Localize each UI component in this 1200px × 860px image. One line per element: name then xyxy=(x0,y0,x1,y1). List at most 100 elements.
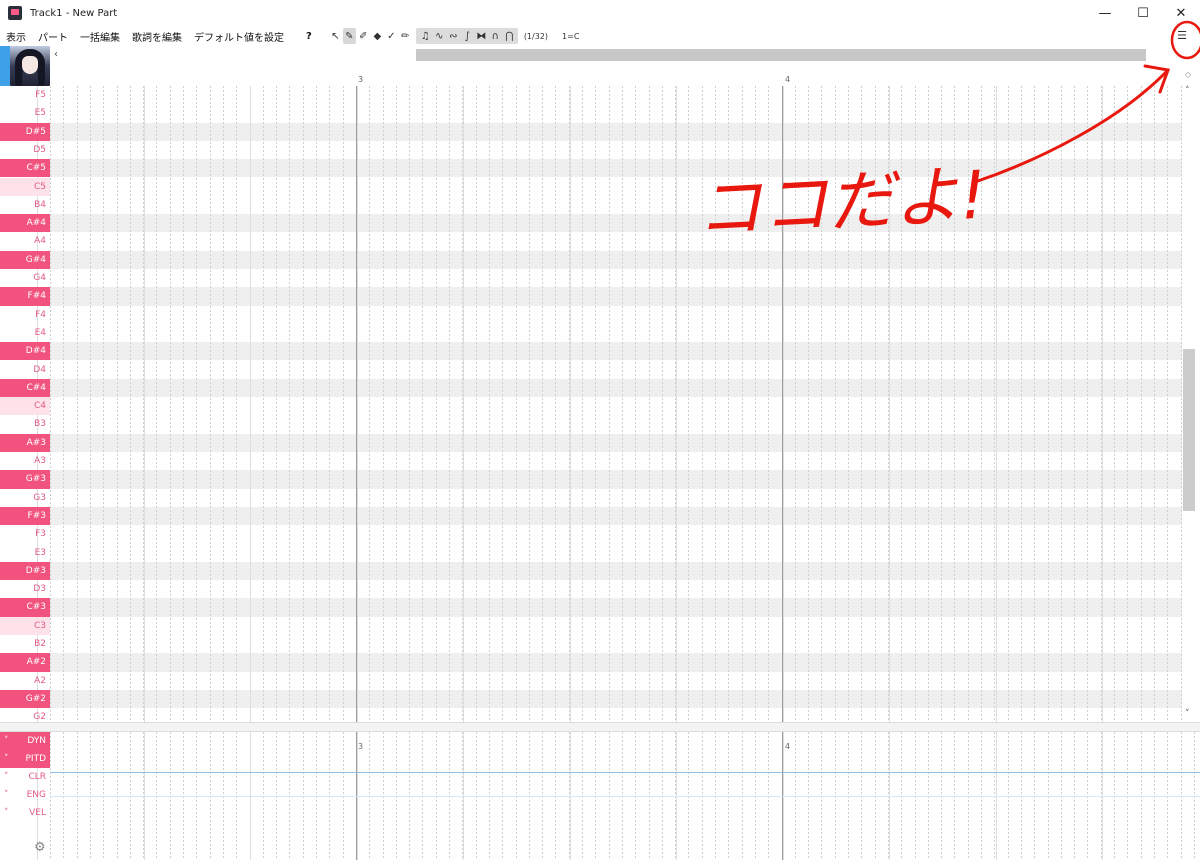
portamento-view-icon[interactable]: ∫ xyxy=(461,28,474,44)
grid-subdivision-line xyxy=(209,86,211,722)
curve-tab-vel[interactable]: ˅ VEL xyxy=(0,804,50,822)
piano-key[interactable]: F4 xyxy=(0,306,50,324)
gear-icon[interactable]: ⚙ xyxy=(34,840,46,855)
piano-roll[interactable]: F5 E5 D#5 D5 C#5 C5 B4 A#4 A4 G#4 G4 F#4 F4 E4 D#4 D4 C#… xyxy=(0,86,1182,722)
piano-key[interactable]: G3 xyxy=(0,489,50,507)
piano-key[interactable]: E3 xyxy=(0,544,50,562)
piano-key[interactable]: E5 xyxy=(0,104,50,122)
note-grid[interactable] xyxy=(37,86,1182,722)
piano-key[interactable]: A#3 xyxy=(0,433,50,452)
grid-subdivision-line xyxy=(542,86,544,722)
grid-subdivision-line xyxy=(329,86,331,722)
piano-key[interactable]: C#4 xyxy=(0,378,50,398)
menu-edit-lyrics[interactable]: 歌詞を編集 xyxy=(126,29,188,44)
grid-subdivision-line xyxy=(103,86,105,722)
menu-bar: 表示 パート 一括編集 歌詞を編集 デフォルト値を設定 ? ↖ ✎ ✐ ◆ ✓ … xyxy=(0,26,1200,46)
curve-tab-clr[interactable]: ˅ CLR xyxy=(0,768,50,786)
piano-key[interactable]: D#3 xyxy=(0,561,50,581)
settings-sliders-icon[interactable]: ☰ xyxy=(1174,28,1190,42)
timeline-ruler[interactable]: 3 4 xyxy=(50,66,1182,86)
piano-key[interactable]: F5 xyxy=(0,86,50,104)
piano-key[interactable]: G#2 xyxy=(0,689,50,709)
phoneme-view-icon[interactable]: ⋂ xyxy=(503,28,516,44)
track-color-bar xyxy=(0,46,10,86)
pitch-view-icon[interactable]: ∿ xyxy=(433,28,446,44)
curve-tab-eng[interactable]: ˅ ENG xyxy=(0,786,50,804)
piano-key[interactable]: G2 xyxy=(0,708,50,722)
scroll-thumb[interactable] xyxy=(1183,349,1195,511)
draw-pitch-tool-icon[interactable]: ✏ xyxy=(399,28,412,44)
piano-key[interactable]: G4 xyxy=(0,269,50,287)
eraser-tool-icon[interactable]: ◆ xyxy=(371,28,384,44)
note-view-icon[interactable]: ♫ xyxy=(419,28,432,44)
waveform-view-icon[interactable]: ⧓ xyxy=(475,28,488,44)
horizontal-scrollbar[interactable] xyxy=(416,49,1146,61)
minimize-button[interactable]: — xyxy=(1086,0,1124,26)
menu-view[interactable]: 表示 xyxy=(0,29,32,44)
piano-key[interactable]: C#5 xyxy=(0,159,50,178)
piano-key[interactable]: B3 xyxy=(0,415,50,433)
piano-key[interactable]: A2 xyxy=(0,672,50,690)
maximize-button[interactable]: ☐ xyxy=(1124,0,1162,26)
snap-division[interactable]: (1/32) xyxy=(524,32,548,41)
grid-subdivision-line xyxy=(63,86,65,722)
grid-subdivision-line xyxy=(289,86,291,722)
grid-subdivision-line xyxy=(1167,86,1169,722)
singer-avatar[interactable] xyxy=(10,46,50,86)
grid-subdivision-line xyxy=(582,86,583,722)
piano-key[interactable]: G#4 xyxy=(0,250,50,269)
piano-key[interactable]: E4 xyxy=(0,324,50,342)
grid-subdivision-line xyxy=(1007,86,1009,722)
piano-key[interactable]: D4 xyxy=(0,361,50,379)
key-signature[interactable]: 1=C xyxy=(562,32,579,41)
menu-set-defaults[interactable]: デフォルト値を設定 xyxy=(188,29,290,44)
grid-subdivision-line xyxy=(183,86,184,722)
menu-part[interactable]: パート xyxy=(32,29,74,44)
grid-beat-line xyxy=(250,86,251,722)
close-button[interactable]: ✕ xyxy=(1162,0,1200,26)
piano-key[interactable]: C4 xyxy=(0,397,50,416)
piano-key[interactable]: A#4 xyxy=(0,214,50,233)
knife-tool-icon[interactable]: ✓ xyxy=(385,28,398,44)
piano-key[interactable]: C3 xyxy=(0,616,50,635)
grid-subdivision-line xyxy=(1074,86,1076,722)
piano-key[interactable]: C5 xyxy=(0,177,50,196)
piano-key[interactable]: A#2 xyxy=(0,653,50,672)
zoom-handle-icon[interactable]: ◇ xyxy=(1185,70,1191,79)
curve-tab-dyn[interactable]: ˅ DYN xyxy=(0,732,50,750)
piano-key[interactable]: G#3 xyxy=(0,470,50,489)
grid-subdivision-line xyxy=(169,86,171,722)
piano-key[interactable]: D5 xyxy=(0,141,50,159)
curve-tab-pitd[interactable]: ˅ PITD xyxy=(0,750,50,768)
envelope-view-icon[interactable]: ∩ xyxy=(489,28,502,44)
select-tool-icon[interactable]: ↖ xyxy=(329,28,342,44)
help-button[interactable]: ? xyxy=(300,31,318,42)
chevron-down-icon: ˅ xyxy=(4,772,9,782)
piano-key[interactable]: B4 xyxy=(0,196,50,214)
multi-pencil-tool-icon[interactable]: ✐ xyxy=(357,28,370,44)
grid-subdivision-line xyxy=(116,86,118,722)
piano-key[interactable]: C#3 xyxy=(0,598,50,617)
vertical-scrollbar[interactable]: ◇ ˄ ˅ xyxy=(1182,66,1200,726)
piano-key[interactable]: D3 xyxy=(0,580,50,598)
chevron-down-icon: ˅ xyxy=(4,736,9,746)
chevron-left-icon[interactable]: ‹ xyxy=(54,49,58,60)
piano-key[interactable]: A4 xyxy=(0,232,50,250)
vibrato-view-icon[interactable]: ∾ xyxy=(447,28,460,44)
piano-key[interactable]: D#5 xyxy=(0,122,50,141)
piano-key[interactable]: A3 xyxy=(0,452,50,470)
grid-subdivision-line xyxy=(395,86,397,722)
piano-key[interactable]: F#3 xyxy=(0,506,50,526)
scroll-down-icon[interactable]: ˅ xyxy=(1185,709,1190,719)
pencil-tool-icon[interactable]: ✎ xyxy=(342,28,356,44)
grid-subdivision-line xyxy=(648,86,650,722)
scroll-up-icon[interactable]: ˄ xyxy=(1185,86,1190,96)
piano-key[interactable]: B2 xyxy=(0,635,50,653)
menu-batch-edit[interactable]: 一括編集 xyxy=(74,29,126,44)
panel-splitter[interactable] xyxy=(0,722,1200,732)
piano-key[interactable]: D#4 xyxy=(0,342,50,361)
piano-key[interactable]: F3 xyxy=(0,525,50,543)
chevron-down-icon: ˅ xyxy=(4,790,9,800)
grid-beat-line xyxy=(569,86,571,722)
piano-key[interactable]: F#4 xyxy=(0,287,50,306)
